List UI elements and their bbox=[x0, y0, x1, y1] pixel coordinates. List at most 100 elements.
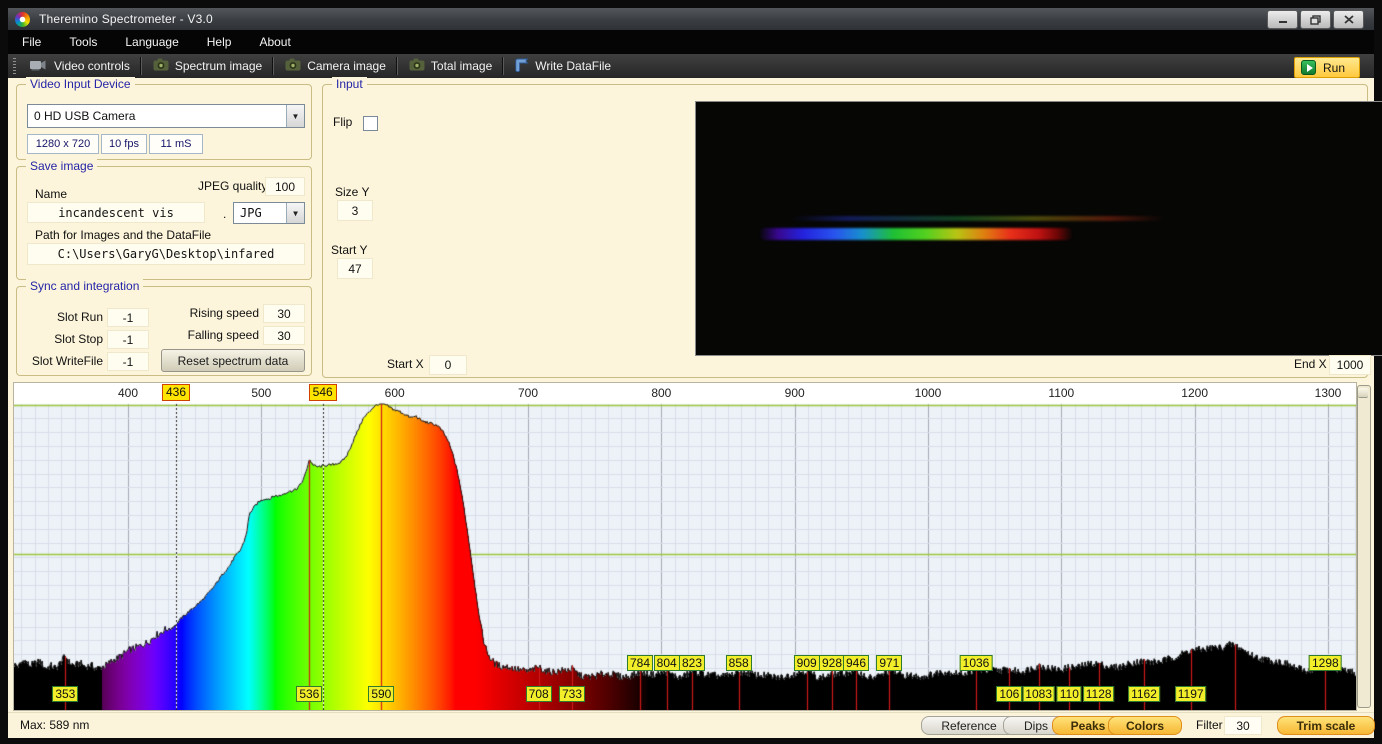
title-bar: Theremino Spectrometer - V3.0 bbox=[8, 8, 1374, 30]
write-datafile-button[interactable]: Write DataFile bbox=[507, 55, 619, 77]
window-title: Theremino Spectrometer - V3.0 bbox=[39, 12, 213, 26]
app-window: Theremino Spectrometer - V3.0 File Tools… bbox=[0, 0, 1382, 744]
format-value: JPG bbox=[240, 206, 262, 220]
slot-writefile-label: Slot WriteFile bbox=[31, 354, 103, 368]
peak-label: 946 bbox=[842, 655, 870, 671]
reference-peak-label: 436 bbox=[161, 384, 191, 401]
end-x-field[interactable]: 1000 bbox=[1329, 355, 1371, 375]
menu-help[interactable]: Help bbox=[193, 31, 246, 53]
chevron-down-icon[interactable]: ▼ bbox=[286, 203, 304, 223]
video-device-value: 0 HD USB Camera bbox=[34, 109, 136, 123]
trim-scale-button[interactable]: Trim scale bbox=[1277, 716, 1375, 735]
sync-group: Sync and integration Slot Run -1 Slot St… bbox=[16, 279, 312, 376]
input-group-title: Input bbox=[332, 77, 367, 91]
rising-speed-field[interactable]: 30 bbox=[263, 304, 305, 323]
scale-slider-thumb[interactable] bbox=[1358, 388, 1368, 398]
camera-icon bbox=[409, 58, 425, 74]
sync-group-title: Sync and integration bbox=[26, 279, 144, 293]
scale-slider[interactable] bbox=[1357, 385, 1371, 708]
filter-label: Filter bbox=[1196, 718, 1223, 732]
video-controls-label: Video controls bbox=[54, 59, 130, 73]
save-image-group: Save image Name JPEG quality 100 incande… bbox=[16, 159, 312, 280]
toolbar: Video controls Spectrum image Camera ima… bbox=[8, 54, 1374, 78]
slot-stop-field[interactable]: -1 bbox=[107, 330, 149, 349]
peak-label: 1128 bbox=[1082, 686, 1115, 702]
video-controls-button[interactable]: Video controls bbox=[22, 55, 138, 77]
peak-label: 1036 bbox=[959, 655, 993, 671]
scroll-icon bbox=[515, 58, 529, 75]
input-group: Input Flip Size Y 3 Start Y 47 Start X 0… bbox=[322, 77, 1382, 378]
play-icon bbox=[1301, 60, 1316, 75]
status-bar: Max: 589 nm Reference Dips Peaks Colors … bbox=[8, 712, 1375, 738]
size-y-field[interactable]: 3 bbox=[337, 200, 373, 221]
axis-tick-label: 400 bbox=[117, 386, 139, 400]
start-y-label: Start Y bbox=[331, 243, 368, 257]
reset-spectrum-button[interactable]: Reset spectrum data bbox=[161, 349, 305, 372]
menu-language[interactable]: Language bbox=[111, 31, 192, 53]
resolution-box: 1280 x 720 bbox=[27, 134, 99, 154]
total-image-button[interactable]: Total image bbox=[401, 55, 500, 77]
path-field[interactable]: C:\Users\GaryG\Desktop\infared bbox=[27, 243, 305, 265]
peak-label: 733 bbox=[558, 686, 586, 702]
peak-label: 858 bbox=[725, 655, 752, 671]
menu-file[interactable]: File bbox=[8, 31, 55, 53]
start-x-label: Start X bbox=[387, 357, 424, 371]
slot-run-label: Slot Run bbox=[56, 310, 103, 324]
axis-tick-label: 1300 bbox=[1314, 386, 1342, 400]
app-logo-icon bbox=[15, 11, 30, 27]
flip-label: Flip bbox=[333, 115, 353, 129]
total-image-label: Total image bbox=[430, 59, 493, 73]
start-x-field[interactable]: 0 bbox=[429, 355, 467, 375]
size-y-label: Size Y bbox=[335, 185, 370, 199]
colors-button[interactable]: Colors bbox=[1108, 716, 1182, 735]
path-label: Path for Images and the DataFile bbox=[35, 228, 212, 242]
peak-label: 590 bbox=[368, 686, 395, 702]
run-button[interactable]: Run bbox=[1294, 57, 1360, 78]
fps-box: 10 fps bbox=[101, 134, 147, 154]
chevron-down-icon[interactable]: ▼ bbox=[286, 105, 304, 127]
peak-label: 971 bbox=[876, 655, 903, 671]
flip-checkbox[interactable] bbox=[363, 116, 378, 131]
peak-label: 909 bbox=[793, 655, 820, 671]
peak-label: 1162 bbox=[1128, 686, 1160, 702]
axis-tick-label: 800 bbox=[651, 386, 672, 400]
minimize-button[interactable] bbox=[1267, 10, 1298, 29]
rising-speed-label: Rising speed bbox=[189, 306, 259, 320]
camera-icon bbox=[285, 58, 301, 74]
axis-tick-label: 600 bbox=[384, 386, 405, 400]
menu-tools[interactable]: Tools bbox=[55, 31, 111, 53]
filter-field[interactable]: 30 bbox=[1224, 716, 1262, 735]
toolbar-separator bbox=[396, 57, 398, 75]
peak-label: 106 bbox=[996, 686, 1023, 702]
dot-separator: . bbox=[223, 207, 227, 221]
camera-preview bbox=[695, 101, 1382, 356]
save-image-group-title: Save image bbox=[26, 159, 98, 173]
restore-button[interactable] bbox=[1300, 10, 1331, 29]
toolbar-separator bbox=[503, 57, 505, 75]
name-label: Name bbox=[35, 187, 68, 201]
spectrum-image-button[interactable]: Spectrum image bbox=[145, 55, 270, 77]
peak-label: 823 bbox=[678, 655, 706, 671]
peak-label: 928 bbox=[818, 655, 846, 671]
close-button[interactable] bbox=[1333, 10, 1364, 29]
slot-run-field[interactable]: -1 bbox=[107, 308, 149, 327]
peak-label: 1197 bbox=[1174, 686, 1207, 702]
axis-tick-label: 1100 bbox=[1048, 386, 1075, 400]
toolbar-grip bbox=[13, 58, 16, 74]
video-device-select[interactable]: 0 HD USB Camera ▼ bbox=[27, 104, 305, 128]
jpeg-quality-field[interactable]: 100 bbox=[265, 177, 305, 196]
menu-about[interactable]: About bbox=[245, 31, 304, 53]
file-name-field[interactable]: incandescent vis bbox=[27, 202, 205, 223]
spectrum-image-label: Spectrum image bbox=[174, 59, 263, 73]
format-select[interactable]: JPG ▼ bbox=[233, 202, 305, 224]
video-input-group-title: Video Input Device bbox=[26, 77, 135, 91]
toolbar-separator bbox=[273, 57, 275, 75]
peak-label: 708 bbox=[525, 686, 552, 702]
run-label: Run bbox=[1323, 60, 1346, 75]
camera-image-button[interactable]: Camera image bbox=[277, 55, 394, 77]
start-y-field[interactable]: 47 bbox=[337, 258, 373, 279]
slot-writefile-field[interactable]: -1 bbox=[107, 352, 149, 371]
falling-speed-label: Falling speed bbox=[187, 328, 259, 342]
end-x-label: End X bbox=[1294, 357, 1327, 371]
falling-speed-field[interactable]: 30 bbox=[263, 326, 305, 345]
